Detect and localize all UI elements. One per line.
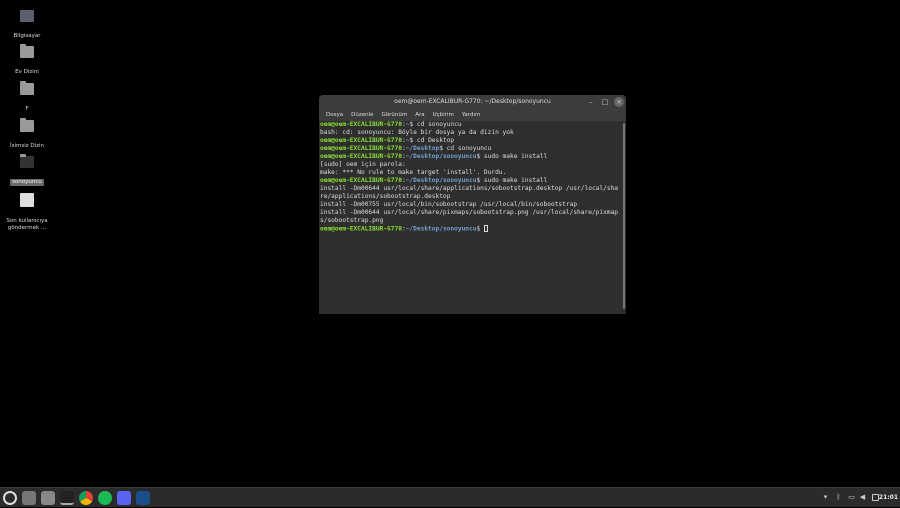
desktop-icon[interactable]: Ev Dizini — [2, 44, 52, 76]
chrome-icon[interactable] — [79, 491, 93, 505]
terminal-line: oem@oem-EXCALIBUR-G770:~$ cd sonoyuncu — [320, 121, 625, 129]
desktop-icon[interactable]: Bilgisayar — [2, 10, 52, 40]
terminal-line: oem@oem-EXCALIBUR-G770:~/Desktop/sonoyun… — [320, 153, 625, 161]
prompt-path: ~/Desktop/sonoyuncu — [405, 225, 477, 233]
menu-ucbirim[interactable]: Uçbirim — [429, 109, 458, 121]
terminal-text: install -Dm00755 usr/local/bin/sobootstr… — [320, 201, 578, 208]
terminal-text: $ cd Desktop — [409, 137, 455, 144]
terminal-text: $ — [476, 225, 484, 233]
title-bar[interactable]: oem@oem-EXCALIBUR-G770: ~/Desktop/sonoyu… — [319, 95, 626, 109]
desktop-icon-label: Ev Dizini — [15, 69, 39, 75]
folder-icon — [20, 118, 34, 132]
desktop-icon-label: İsimsiz Dizin — [9, 143, 45, 149]
scrollbar[interactable] — [623, 123, 625, 309]
terminal-text: bash: cd: sonoyuncu: Böyle bir dosya ya … — [320, 129, 514, 136]
prompt-user: oem@oem-EXCALIBUR-G770 — [320, 153, 402, 160]
terminal-line: s/sobootstrap.png — [320, 217, 625, 225]
settings-file-icon — [20, 193, 34, 207]
menu-gorunum[interactable]: Görünüm — [377, 109, 411, 121]
terminal-text: [sudo] oem için parola: — [320, 161, 406, 168]
files-icon[interactable] — [22, 491, 36, 505]
terminal-line: [sudo] oem için parola: — [320, 161, 625, 169]
taskbar: ▾ ᛒ ▭ ◀ 21:01 — [0, 487, 900, 507]
prompt-user: oem@oem-EXCALIBUR-G770 — [320, 137, 402, 144]
desktop-icon[interactable]: F — [2, 81, 52, 113]
terminal-output[interactable]: oem@oem-EXCALIBUR-G770:~$ cd sonoyuncu ba… — [319, 121, 626, 314]
volume-icon[interactable]: ◀ — [859, 494, 866, 501]
menu-dosya[interactable]: Dosya — [322, 109, 347, 121]
terminal-text: re/applications/sobootstrap.desktop — [320, 193, 451, 200]
terminal-text: $ sudo make install — [476, 177, 548, 184]
computer-icon — [20, 10, 34, 22]
menu-bar: Dosya Düzenle Görünüm Ara Uçbirim Yardım — [319, 109, 626, 121]
terminal-line: oem@oem-EXCALIBUR-G770:~$ cd Desktop — [320, 137, 625, 145]
prompt-user: oem@oem-EXCALIBUR-G770 — [320, 225, 402, 233]
terminal-text: $ cd sonoyuncu — [439, 145, 492, 152]
terminal-line: install -Dm00755 usr/local/bin/sobootstr… — [320, 201, 625, 209]
terminal-text: $ cd sonoyuncu — [409, 121, 462, 128]
spotify-icon[interactable] — [98, 491, 112, 505]
desktop-icon-label: Son kullanıcıya göndermek ... — [6, 218, 48, 231]
prompt-path: ~/Desktop/sonoyuncu — [405, 177, 477, 184]
desktop-icon[interactable]: İsimsiz Dizin — [2, 118, 52, 150]
clock[interactable]: 21:01 — [879, 488, 898, 508]
desktop-icon[interactable]: sonoyuncu — [2, 154, 52, 186]
folder-icon — [20, 154, 34, 168]
home-folder-icon — [20, 44, 34, 58]
menu-duzenle[interactable]: Düzenle — [347, 109, 377, 121]
terminal-line: install -Dm00644 usr/local/share/pixmaps… — [320, 209, 625, 217]
prompt-user: oem@oem-EXCALIBUR-G770 — [320, 145, 402, 152]
folder-icon — [20, 81, 34, 95]
prompt-path: ~/Desktop/sonoyuncu — [405, 153, 477, 160]
terminal-text: install -Dm00644 usr/local/share/pixmaps… — [320, 209, 619, 216]
menu-icon[interactable] — [3, 491, 17, 505]
close-button[interactable]: × — [614, 97, 624, 107]
discord-icon[interactable] — [117, 491, 131, 505]
prompt-user: oem@oem-EXCALIBUR-G770 — [320, 121, 402, 128]
terminal-line: re/applications/sobootstrap.desktop — [320, 193, 625, 201]
bluetooth-icon[interactable]: ᛒ — [835, 494, 842, 501]
terminal-window[interactable]: oem@oem-EXCALIBUR-G770: ~/Desktop/sonoyu… — [319, 95, 626, 314]
terminal-line: oem@oem-EXCALIBUR-G770:~/Desktop$ cd son… — [320, 145, 625, 153]
desktop-icon-label: F — [25, 106, 29, 112]
window-title: oem@oem-EXCALIBUR-G770: ~/Desktop/sonoyu… — [394, 98, 551, 105]
terminal-line: make: *** No rule to make target 'instal… — [320, 169, 625, 177]
terminal-text: install -Dm00644 usr/local/share/applica… — [320, 185, 619, 192]
terminal-text: $ sudo make install — [476, 153, 548, 160]
terminal-line: oem@oem-EXCALIBUR-G770:~/Desktop/sonoyun… — [320, 225, 625, 234]
terminal-text: s/sobootstrap.png — [320, 217, 384, 224]
terminal-line: install -Dm00644 usr/local/share/applica… — [320, 185, 625, 193]
terminal-text: make: *** No rule to make target 'instal… — [320, 169, 507, 176]
terminal-line: bash: cd: sonoyuncu: Böyle bir dosya ya … — [320, 129, 625, 137]
prompt-user: oem@oem-EXCALIBUR-G770 — [320, 177, 402, 184]
network-icon[interactable]: ▭ — [848, 494, 855, 501]
terminal-icon[interactable] — [60, 491, 74, 505]
minimize-button[interactable]: – — [586, 97, 596, 107]
terminal-line: oem@oem-EXCALIBUR-G770:~/Desktop/sonoyun… — [320, 177, 625, 185]
menu-yardim[interactable]: Yardım — [458, 109, 485, 121]
menu-ara[interactable]: Ara — [411, 109, 428, 121]
desktop-icon-label: sonoyuncu — [10, 179, 44, 186]
maximize-button[interactable]: □ — [600, 97, 610, 107]
prompt-path: ~/Desktop — [405, 145, 440, 152]
wifi-icon[interactable]: ▾ — [822, 494, 829, 501]
desktop-icon[interactable]: Son kullanıcıya göndermek ... — [2, 193, 52, 232]
steam-icon[interactable] — [136, 491, 150, 505]
file-manager-icon[interactable] — [41, 491, 55, 505]
desktop-icon-label: Bilgisayar — [13, 33, 41, 39]
cursor — [483, 225, 488, 232]
